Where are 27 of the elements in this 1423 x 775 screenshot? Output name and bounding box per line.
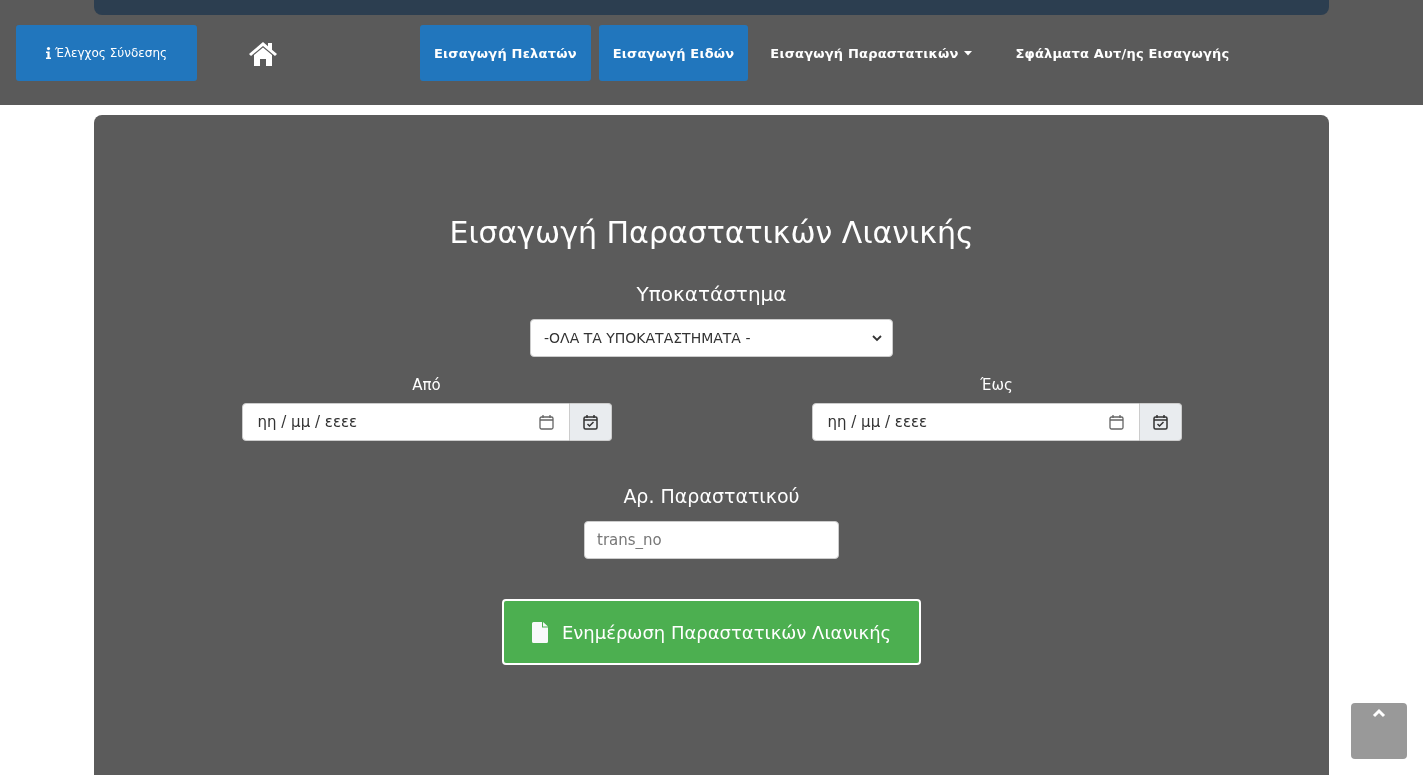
file-icon — [531, 621, 548, 643]
caret-icon — [963, 50, 972, 56]
calendar-check-icon — [1152, 414, 1168, 430]
chevron-up-icon — [1372, 708, 1386, 718]
calendar-button[interactable] — [569, 403, 612, 441]
nav-dropdown[interactable]: Εισαγωγή Παραστατικών — [756, 25, 986, 81]
calendar-icon — [1108, 414, 1124, 430]
home-icon[interactable] — [248, 40, 278, 66]
document-number-field[interactable]: trans_no — [584, 521, 839, 559]
form-title: Εισαγωγή Παραστατικών Λιανικής — [449, 214, 974, 252]
nav-button[interactable]: Εισαγωγή Πελατών — [420, 25, 591, 81]
branch-label: Υποκατάστημα — [636, 281, 787, 308]
update-documents-button[interactable]: Ενημέρωση Παραστατικών Λιανικής — [502, 599, 921, 665]
date-field[interactable]: ηη / μμ / εεεε — [241, 403, 570, 441]
chevron-down-icon — [872, 334, 882, 342]
nav-link[interactable]: Σφάλματα Αυτ/ης Εισαγωγής — [1001, 25, 1244, 81]
calendar-icon — [538, 414, 554, 430]
document-number-label: Αρ. Παραστατικού — [623, 484, 800, 509]
branch-select[interactable]: -ΟΛΑ ΤΑ ΥΠΟΚΑΤΑΣΤΗΜΑΤΑ - — [530, 319, 893, 357]
calendar-check-icon — [582, 414, 598, 430]
connection-check-button[interactable]: Έλεγχος Σύνδεσης — [16, 25, 197, 81]
calendar-button[interactable] — [1139, 403, 1182, 441]
info-icon — [45, 47, 51, 59]
nav-button[interactable]: Εισαγωγή Ειδών — [598, 25, 749, 81]
date-label: Έως — [980, 375, 1013, 395]
date-label: Από — [412, 375, 441, 395]
date-field[interactable]: ηη / μμ / εεεε — [811, 403, 1140, 441]
